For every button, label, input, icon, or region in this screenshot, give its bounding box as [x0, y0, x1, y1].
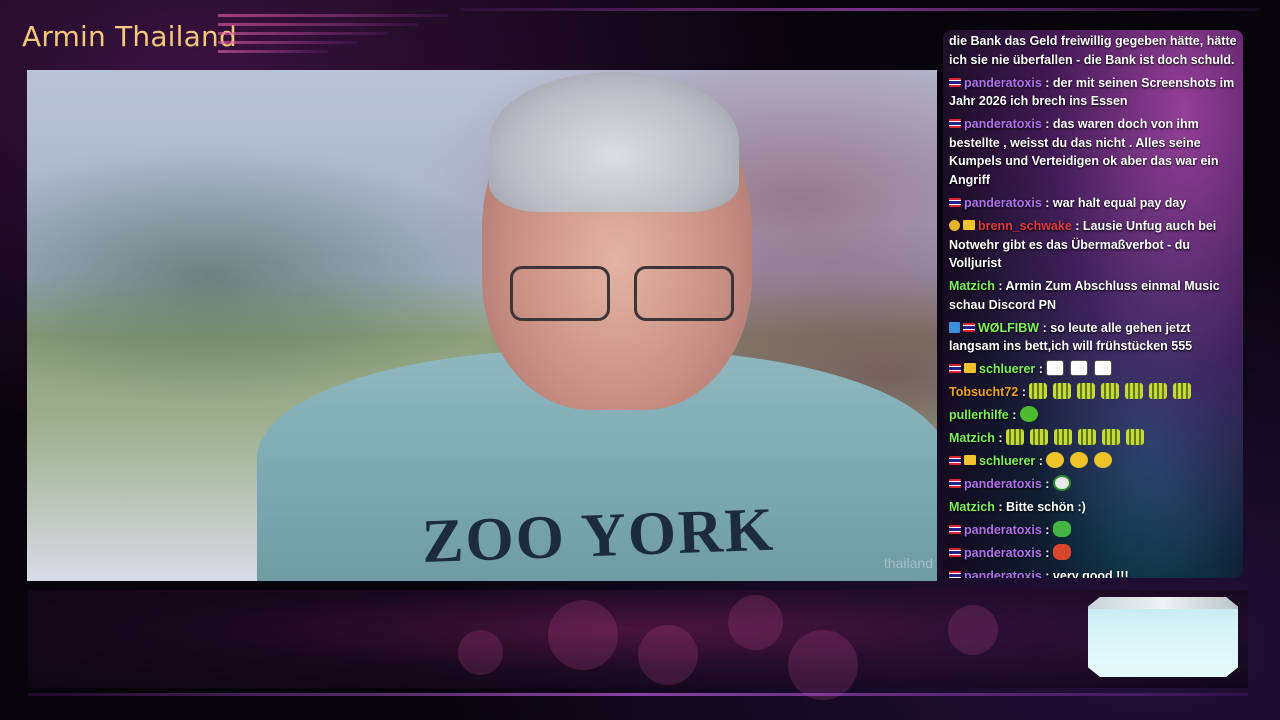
flag-th-badge-icon	[949, 119, 961, 129]
emote-bars-icon	[1005, 429, 1024, 446]
shirt-print: ZOO YORK	[420, 495, 777, 576]
bottom-decoration-band	[28, 590, 1248, 700]
chat-message-list: die Bank das Geld freiwillig gegeben hät…	[949, 32, 1239, 578]
person-hair	[489, 72, 739, 212]
emote-face-icon	[1052, 475, 1071, 492]
chat-username[interactable]: brenn_schwake	[978, 219, 1072, 233]
emote-yellow-icon	[1046, 452, 1065, 469]
chat-message-text: : Bitte schön :)	[994, 500, 1086, 515]
flag-th-badge-icon	[949, 197, 961, 207]
emote-bars-icon	[1101, 383, 1120, 400]
crown-badge-icon	[963, 219, 975, 230]
flag-th-badge-icon	[949, 571, 961, 578]
chat-message: Matzich : Bitte schön :)	[949, 498, 1239, 517]
chat-username[interactable]: Matzich	[949, 500, 995, 514]
chat-message-text: :	[1041, 546, 1053, 561]
emote-bars-icon	[1029, 383, 1048, 400]
chat-message: schluerer :	[949, 360, 1239, 379]
chat-message: Matzich :	[949, 429, 1239, 448]
flag-th-badge-icon	[949, 364, 961, 374]
thumbnail-header	[1088, 597, 1238, 609]
chat-message: pullerhilfe :	[949, 406, 1239, 425]
chat-username[interactable]: panderatoxis	[964, 117, 1042, 131]
chat-message: panderatoxis :	[949, 544, 1239, 563]
emote-bars-icon	[1029, 429, 1048, 446]
chat-username[interactable]: pullerhilfe	[949, 408, 1009, 422]
emote-cube-icon	[1070, 360, 1089, 377]
emote-cube-icon	[1094, 360, 1113, 377]
blue-badge-icon	[949, 321, 960, 333]
chat-message-text: :	[1035, 362, 1047, 377]
chat-message: panderatoxis : der mit seinen Screenshot…	[949, 74, 1239, 111]
emote-bars-icon	[1053, 429, 1072, 446]
chat-username[interactable]: panderatoxis	[964, 477, 1042, 491]
chat-username[interactable]: panderatoxis	[964, 76, 1042, 90]
chat-message-text: : very good !!!	[1041, 569, 1129, 578]
flag-th-badge-icon	[949, 525, 961, 535]
secondary-camera-thumbnail[interactable]	[1088, 597, 1238, 677]
stream-overlay: Armin Thailand ZOO YORK thailand die Ban…	[0, 0, 1280, 720]
flag-th-badge-icon	[949, 548, 961, 558]
chat-message: Tobsucht72 :	[949, 383, 1239, 402]
chat-username[interactable]: Tobsucht72	[949, 385, 1018, 399]
chat-panel[interactable]: die Bank das Geld freiwillig gegeben hät…	[943, 30, 1243, 578]
stream-title: Armin Thailand	[22, 20, 237, 53]
bottom-decoration-line	[28, 693, 1248, 696]
flag-th-badge-icon	[949, 77, 961, 87]
emote-green-icon	[1019, 406, 1038, 423]
webcam-video[interactable]: ZOO YORK thailand	[27, 70, 937, 581]
chat-username[interactable]: panderatoxis	[964, 546, 1042, 560]
emote-bars-icon	[1173, 383, 1192, 400]
chat-message: die Bank das Geld freiwillig gegeben hät…	[949, 32, 1239, 69]
emote-bars-icon	[1077, 383, 1096, 400]
chat-message: panderatoxis : very good !!!	[949, 567, 1239, 578]
chat-username[interactable]: WØLFIBW	[978, 321, 1039, 335]
chat-message-text: :	[1035, 454, 1047, 469]
chat-message-text: :	[1041, 523, 1053, 538]
chat-message: schluerer :	[949, 452, 1239, 471]
overlay-top-decoration	[460, 8, 1260, 11]
emote-yellow-icon	[1094, 452, 1113, 469]
chat-username[interactable]: schluerer	[979, 454, 1035, 468]
glasses	[502, 260, 742, 330]
flag-th-badge-icon	[949, 456, 961, 466]
chat-username[interactable]: panderatoxis	[964, 523, 1042, 537]
chat-message: brenn_schwake : Lausie Unfug auch bei No…	[949, 217, 1239, 273]
chat-message-text: :	[1008, 408, 1020, 423]
chat-message-text: :	[1041, 477, 1053, 492]
chat-message-text: :	[1018, 385, 1030, 400]
chat-message: panderatoxis : das waren doch von ihm be…	[949, 115, 1239, 189]
chat-message: panderatoxis : war halt equal pay day	[949, 194, 1239, 213]
crown-badge-icon	[964, 455, 976, 466]
gold-badge-icon	[949, 219, 960, 231]
title-decoration-lines	[218, 14, 458, 64]
chat-username[interactable]: panderatoxis	[964, 196, 1042, 210]
emote-bars-icon	[1053, 383, 1072, 400]
chat-message: panderatoxis :	[949, 521, 1239, 540]
chat-message: panderatoxis :	[949, 475, 1239, 494]
chat-message-text: : war halt equal pay day	[1041, 195, 1187, 210]
emote-bars-icon	[1125, 383, 1144, 400]
emote-bars-icon	[1125, 429, 1144, 446]
chat-message-text: die Bank das Geld freiwillig gegeben hät…	[949, 34, 1237, 67]
chat-message: WØLFIBW : so leute alle gehen jetzt lang…	[949, 319, 1239, 356]
emote-cube-icon	[1046, 360, 1065, 377]
flag-th-badge-icon	[963, 322, 975, 332]
emote-bars-icon	[1101, 429, 1120, 446]
chat-username[interactable]: schluerer	[979, 362, 1035, 376]
emote-bars-icon	[1077, 429, 1096, 446]
video-watermark: thailand	[883, 555, 933, 571]
chat-username[interactable]: Matzich	[949, 279, 995, 293]
emote-pepe-icon	[1052, 521, 1071, 538]
chat-username[interactable]: panderatoxis	[964, 569, 1042, 578]
emote-bars-icon	[1149, 383, 1168, 400]
chat-message: Matzich : Armin Zum Abschluss einmal Mus…	[949, 277, 1239, 314]
emote-yellow-icon	[1070, 452, 1089, 469]
chat-username[interactable]: Matzich	[949, 431, 995, 445]
crown-badge-icon	[964, 363, 976, 374]
chat-message-text: :	[994, 431, 1006, 446]
flag-th-badge-icon	[949, 479, 961, 489]
emote-red-icon	[1052, 544, 1071, 561]
